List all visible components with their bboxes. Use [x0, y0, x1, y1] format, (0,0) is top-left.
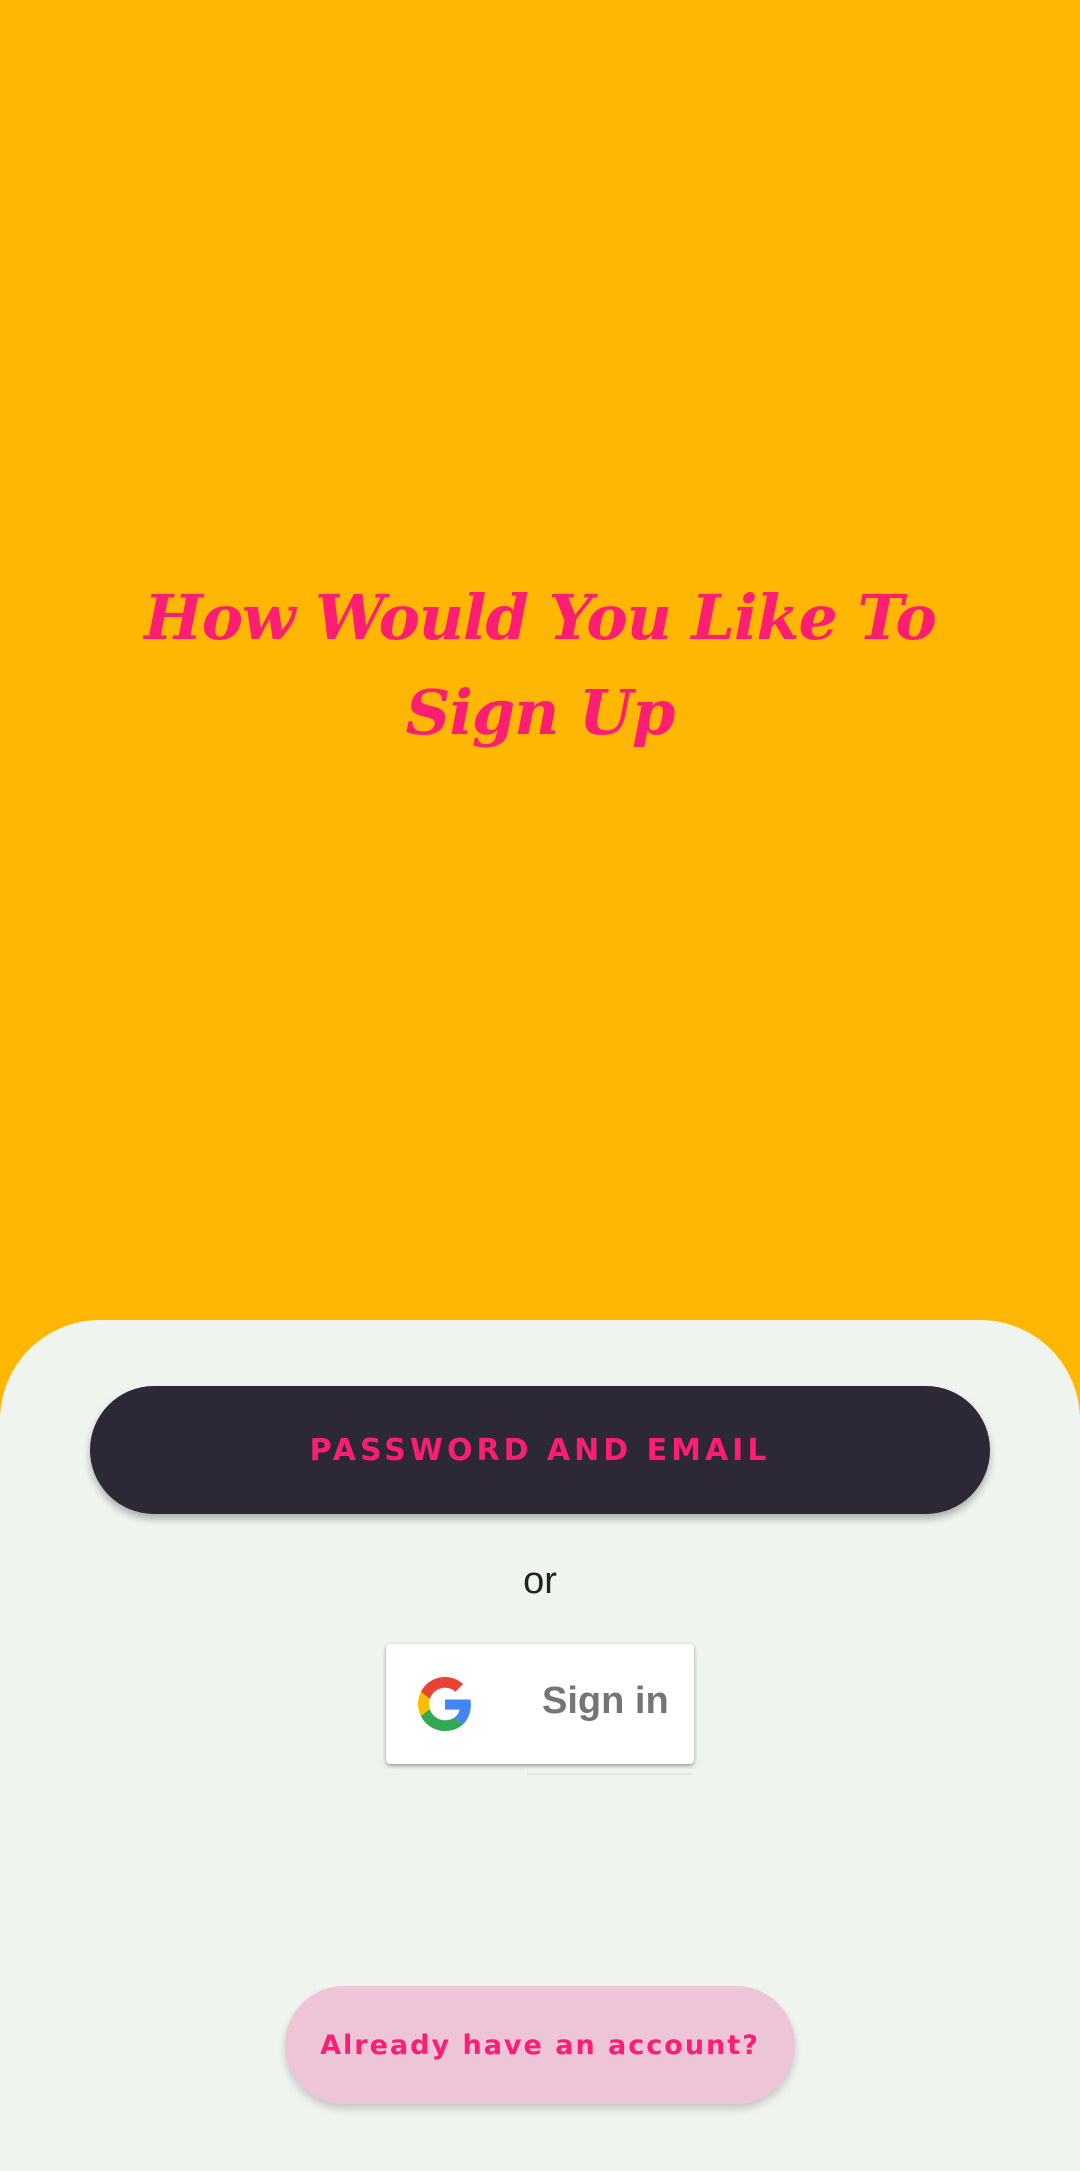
already-have-account-button[interactable]: Already have an account? [285, 1986, 795, 2104]
google-button-divider [527, 1773, 692, 1775]
header-area: How Would You Like To Sign Up [0, 0, 1080, 1320]
page-title: How Would You Like To Sign Up [144, 581, 937, 749]
password-email-button[interactable]: PASSWORD AND EMAIL [90, 1386, 990, 1514]
google-g-icon [418, 1677, 471, 1731]
google-sign-in-button[interactable]: Sign in [386, 1644, 694, 1764]
divider-label: or [523, 1560, 557, 1602]
google-sign-in-label: Sign in [542, 1680, 669, 1722]
auth-options-sheet: PASSWORD AND EMAIL or Sign in Already ha… [0, 1320, 1080, 2171]
